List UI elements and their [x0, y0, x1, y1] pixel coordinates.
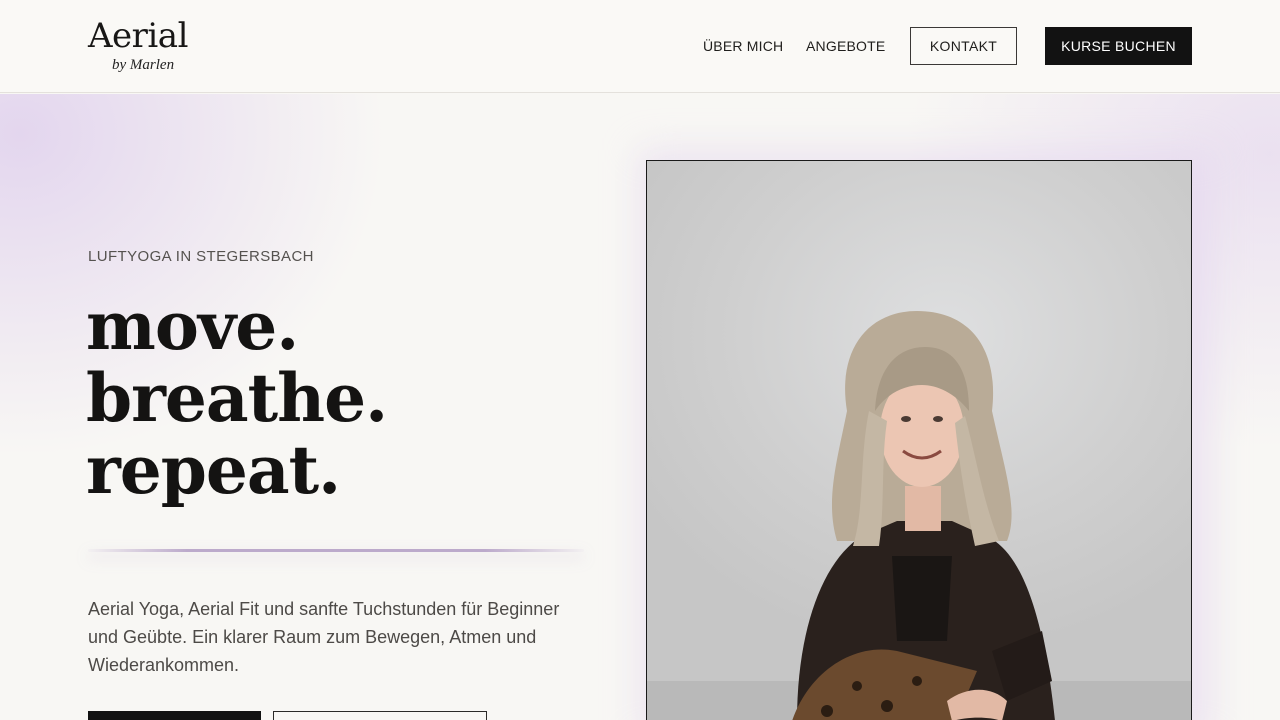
- book-courses-button[interactable]: KURSE BUCHEN: [1045, 27, 1192, 65]
- portrait-illustration: [647, 311, 1191, 720]
- hero-eyebrow: LUFTYOGA IN STEGERSBACH: [88, 248, 314, 265]
- hero-lead-text: Aerial Yoga, Aerial Fit und sanfte Tuchs…: [88, 599, 560, 675]
- logo[interactable]: Aerial by Marlen: [88, 16, 198, 76]
- logo-tagline: by Marlen: [112, 57, 175, 73]
- hero-headline: move. breathe. repeat.: [86, 287, 388, 509]
- top: [892, 556, 952, 641]
- headline-line-breathe: breathe.: [86, 359, 388, 437]
- nav-link-ueber-mich[interactable]: ÜBER MICH: [703, 36, 783, 56]
- nav-link-angebote[interactable]: ANGEBOTE: [806, 36, 885, 56]
- hero-divider: [88, 549, 584, 552]
- logo-wordmark: Aerial: [88, 16, 188, 56]
- right-eye: [933, 416, 943, 422]
- headline-line-move: move.: [86, 287, 299, 365]
- contact-button[interactable]: KONTAKT: [910, 27, 1017, 65]
- hero-secondary-button[interactable]: [273, 711, 487, 720]
- left-eye: [901, 416, 911, 422]
- hero-primary-button[interactable]: [88, 711, 261, 720]
- headline-line-repeat: repeat.: [86, 431, 341, 509]
- neck: [905, 486, 941, 531]
- portrait-photo: [646, 160, 1192, 720]
- site-header: Aerial by Marlen ÜBER MICH ANGEBOTE KONT…: [0, 0, 1280, 93]
